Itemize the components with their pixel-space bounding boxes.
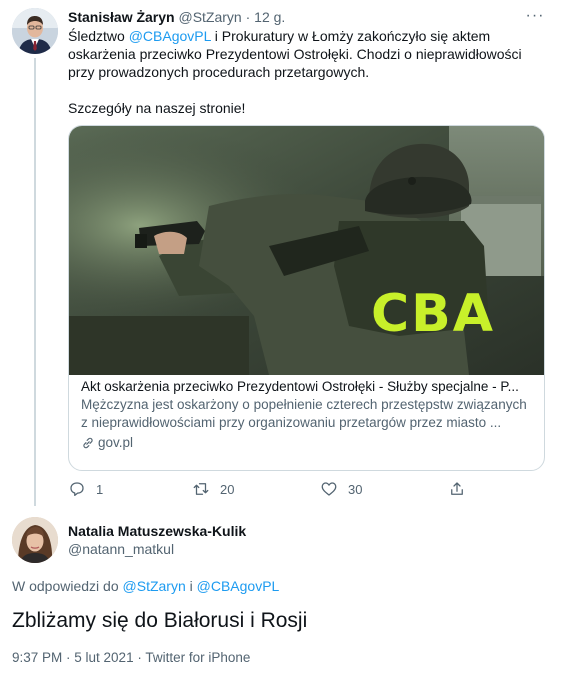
tweet-original[interactable]: Stanisław Żaryn @StZaryn · 12 g. ··· Śle… <box>0 0 561 510</box>
retweet-count: 20 <box>220 481 235 497</box>
mention-link[interactable]: @CBAgovPL <box>197 578 280 594</box>
tweet-header: Stanisław Żaryn @StZaryn · 12 g. <box>68 8 285 26</box>
header-separator: · <box>245 9 251 25</box>
card-description: Mężczyzna jest oskarżony o popełnienie c… <box>81 396 536 432</box>
tweet-text-line: przy prowadzonych procedurach przetargow… <box>68 64 370 80</box>
retweet-icon <box>193 483 209 495</box>
card-photo-agent: CBA <box>69 126 544 375</box>
reply-timestamp-source[interactable]: 9:37 PM · 5 lut 2021 · Twitter for iPhon… <box>12 650 250 665</box>
cba-lettering: CBA <box>371 284 495 344</box>
tweet-text: Śledztwo @CBAgovPL i Prokuratury w Łomży… <box>68 27 548 117</box>
tweet-text-line: Śledztwo @CBAgovPL i Prokuratury w Łomży… <box>68 27 548 45</box>
tweet-text-fragment: Śledztwo <box>68 28 129 44</box>
reply-author-handle[interactable]: @natann_matkul <box>68 541 174 557</box>
tweet-timestamp[interactable]: 12 g. <box>254 9 285 25</box>
card-text-block[interactable]: Akt oskarżenia przeciwko Prezydentowi Os… <box>81 378 536 452</box>
share-button[interactable] <box>448 480 466 498</box>
reply-text: Zbliżamy się do Białorusi i Rosji <box>12 609 308 632</box>
reply-count: 1 <box>96 481 104 497</box>
reply-button[interactable]: 1 <box>68 480 103 498</box>
author-avatar[interactable] <box>12 8 58 54</box>
tweet-text-line: Szczegóły na naszej stronie! <box>68 100 246 116</box>
more-options-icon[interactable]: ··· <box>523 6 547 26</box>
share-icon <box>451 482 463 495</box>
reply-author-avatar[interactable] <box>12 517 58 563</box>
card-domain-text: gov.pl <box>98 435 134 450</box>
replying-to-line: W odpowiedzi do @StZaryn i @CBAgovPL <box>12 578 279 594</box>
thread-connector-line <box>34 58 36 506</box>
mention-link[interactable]: @CBAgovPL <box>129 28 211 44</box>
card-domain: gov.pl <box>81 434 536 452</box>
replying-to-label: W odpowiedzi do <box>12 578 123 594</box>
heart-icon <box>321 482 337 496</box>
link-preview-card[interactable]: CBA Akt oskarżenia przeciwko Prezydentow… <box>68 125 545 471</box>
author-name[interactable]: Stanisław Żaryn <box>68 9 175 25</box>
card-description-line: z nieprawidłowościami przy organizowaniu… <box>81 415 502 430</box>
avatar-portrait-image <box>12 517 58 563</box>
retweet-button[interactable]: 20 <box>192 480 234 498</box>
mention-link[interactable]: @StZaryn <box>123 578 186 594</box>
tweet-actions-bar: 1 20 30 <box>68 480 488 502</box>
card-description-line: Mężczyzna jest oskarżony o popełnienie c… <box>81 397 527 412</box>
reply-author-name[interactable]: Natalia Matuszewska-Kulik <box>68 523 246 539</box>
like-count: 30 <box>348 481 363 497</box>
reply-icon <box>70 482 84 497</box>
author-handle[interactable]: @StZaryn <box>178 9 241 25</box>
avatar-portrait-image <box>12 8 58 54</box>
tweet-text-fragment: i Prokuratury w Łomży zakończyło się akt… <box>210 28 491 44</box>
link-icon <box>83 437 93 449</box>
replying-to-joiner: i <box>185 578 197 594</box>
tweet-text-line: oskarżenia przeciwko Prezydentowi Ostroł… <box>68 46 522 62</box>
like-button[interactable]: 30 <box>320 480 362 498</box>
card-image[interactable]: CBA <box>69 126 544 375</box>
card-title: Akt oskarżenia przeciwko Prezydentowi Os… <box>81 379 519 394</box>
